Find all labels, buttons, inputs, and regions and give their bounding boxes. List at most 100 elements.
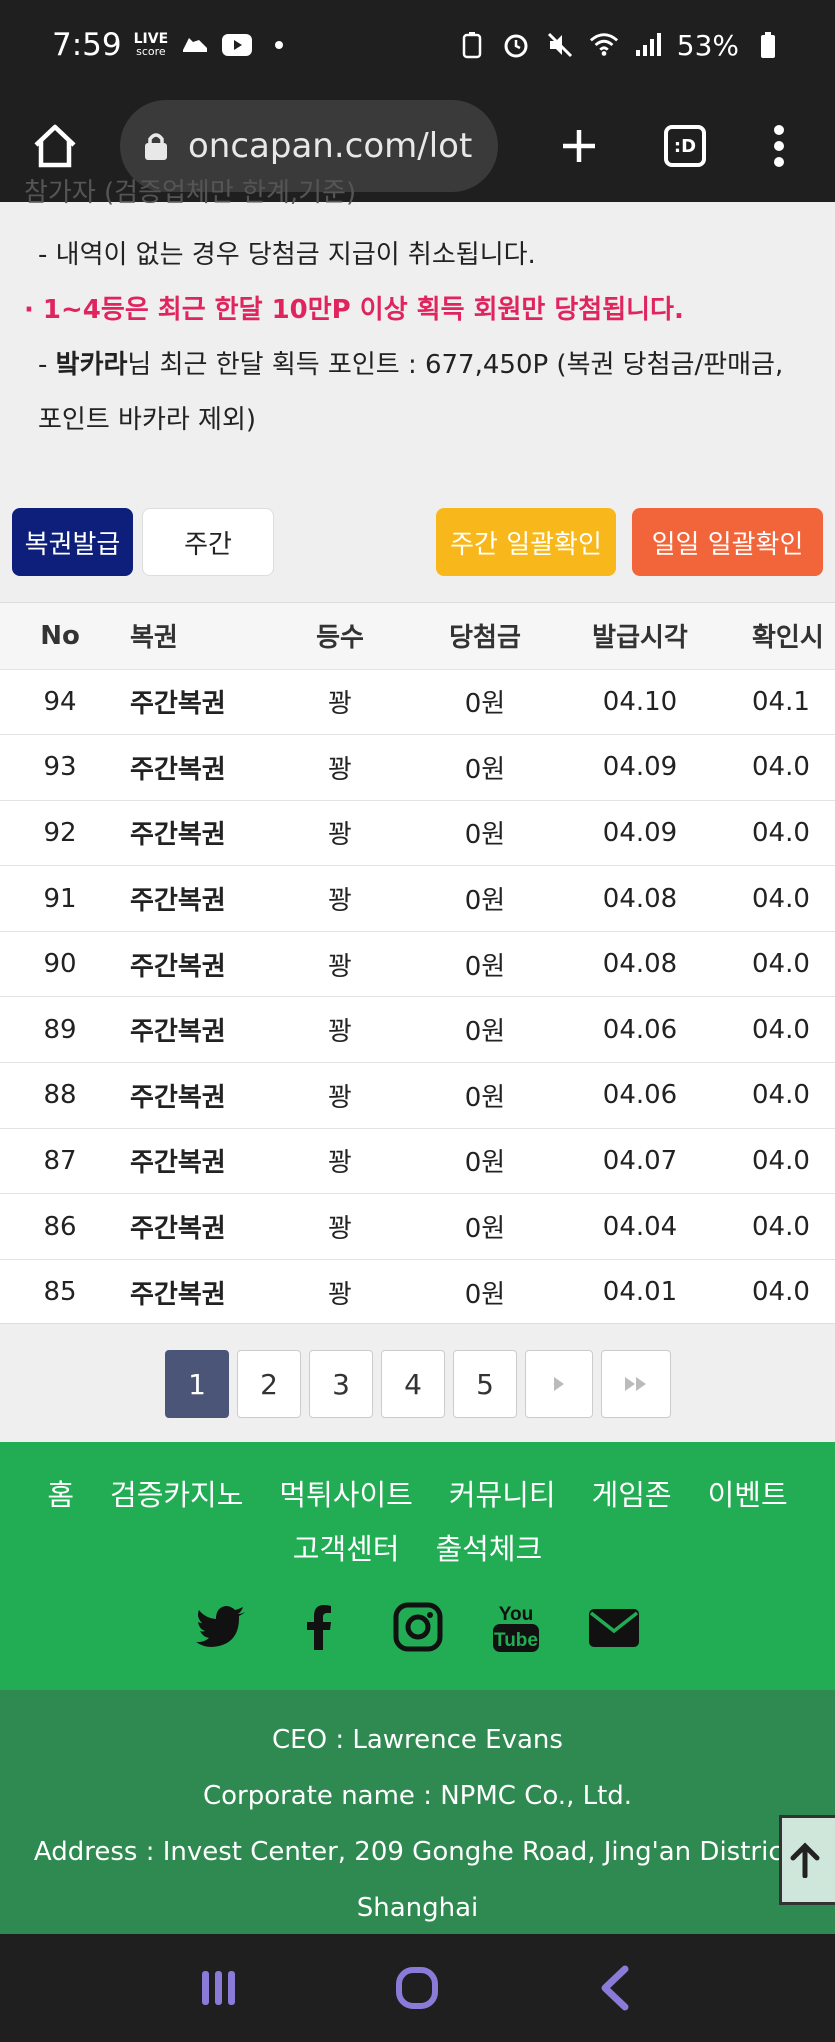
company-name: Corporate name : NPMC Co., Ltd. bbox=[202, 1781, 633, 1811]
footer-link-scam-sites[interactable]: 먹튀사이트 bbox=[279, 1472, 412, 1514]
page-3-button[interactable]: 3 bbox=[309, 1350, 373, 1418]
sneaker-icon bbox=[180, 30, 210, 60]
chevron-right-icon bbox=[554, 1377, 564, 1391]
footer-link-home[interactable]: 홈 bbox=[47, 1472, 74, 1514]
daily-check-all-button[interactable]: 일일 일괄확인 bbox=[632, 508, 823, 576]
table-row: 90 주간복권 꽝 0원 04.08 04.0 bbox=[0, 930, 835, 997]
notice-cut-line: 참가자 (검증업체만 한계,기준) bbox=[24, 178, 357, 208]
footer-link-community[interactable]: 커뮤니티 bbox=[449, 1472, 556, 1514]
cell-checked: 04.0 bbox=[730, 1062, 835, 1129]
cell-lottery: 주간복권 bbox=[120, 865, 260, 932]
cell-checked: 04.0 bbox=[730, 734, 835, 801]
header-checked-time: 확인시 bbox=[752, 623, 824, 654]
mute-icon bbox=[545, 30, 575, 60]
table-row: 87 주간복권 꽝 0원 04.07 04.0 bbox=[0, 1127, 835, 1194]
footer-link-attendance[interactable]: 출석체크 bbox=[436, 1526, 543, 1568]
cell-rank: 꽝 bbox=[260, 865, 420, 932]
page-2-button[interactable]: 2 bbox=[237, 1350, 301, 1418]
page-4-button[interactable]: 4 bbox=[381, 1350, 445, 1418]
live-badge-line2: score bbox=[136, 44, 166, 58]
cell-rank: 꽝 bbox=[260, 668, 420, 735]
page-5-button[interactable]: 5 bbox=[453, 1350, 517, 1418]
cell-lottery: 주간복권 bbox=[120, 1127, 260, 1194]
status-bar: 7:59 LIVE score 53% bbox=[0, 0, 835, 90]
cell-prize: 0원 bbox=[420, 668, 550, 735]
next-page-button[interactable] bbox=[525, 1350, 593, 1418]
cell-issued: 04.10 bbox=[550, 668, 730, 735]
footer-link-events[interactable]: 이벤트 bbox=[708, 1472, 788, 1514]
cell-lottery: 주간복권 bbox=[120, 996, 260, 1063]
notice-line-3-rest: 님 최근 한달 획득 포인트 : 677,450P (복권 당첨금/판매금, 포… bbox=[38, 350, 784, 435]
cell-checked: 04.0 bbox=[730, 1258, 835, 1323]
notice-line-3: - 밬카라님 최근 한달 획득 포인트 : 677,450P (복권 당첨금/판… bbox=[24, 338, 811, 448]
cell-issued: 04.08 bbox=[550, 865, 730, 932]
weekly-check-all-button[interactable]: 주간 일괄확인 bbox=[436, 508, 616, 576]
notice-line-3-prefix: - bbox=[38, 350, 56, 380]
more-menu-icon[interactable] bbox=[754, 121, 804, 171]
page-1-button[interactable]: 1 bbox=[165, 1350, 229, 1418]
lock-icon bbox=[145, 133, 167, 160]
header-prize: 당첨금 bbox=[449, 623, 521, 654]
footer-link-game-zone[interactable]: 게임존 bbox=[592, 1472, 672, 1514]
cell-no: 94 bbox=[0, 668, 120, 735]
cell-prize: 0원 bbox=[420, 799, 550, 866]
cell-rank: 꽝 bbox=[260, 1258, 420, 1323]
new-tab-icon[interactable] bbox=[554, 121, 604, 171]
scroll-to-top-button[interactable] bbox=[779, 1815, 835, 1905]
double-chevron-right-icon bbox=[625, 1377, 646, 1391]
table-row: 85 주간복권 꽝 0원 04.01 04.0 bbox=[0, 1258, 835, 1323]
cell-lottery: 주간복권 bbox=[120, 734, 260, 801]
user-nickname: 밬카라 bbox=[55, 350, 128, 380]
table-row: 93 주간복권 꽝 0원 04.09 04.0 bbox=[0, 734, 835, 801]
cell-no: 91 bbox=[0, 865, 120, 932]
cell-rank: 꽝 bbox=[260, 734, 420, 801]
twitter-icon[interactable] bbox=[195, 1600, 249, 1654]
table-header-row: No 복권 등수 당첨금 발급시각 확인시 bbox=[0, 603, 835, 669]
footer-link-support[interactable]: 고객센터 bbox=[293, 1526, 400, 1568]
system-navigation-bar bbox=[0, 1934, 835, 2042]
weekly-filter-button[interactable]: 주간 bbox=[142, 508, 274, 576]
instagram-icon[interactable] bbox=[391, 1600, 445, 1654]
cell-no: 93 bbox=[0, 734, 120, 801]
cell-issued: 04.04 bbox=[550, 1193, 730, 1260]
back-icon[interactable] bbox=[591, 1963, 641, 2013]
footer-navigation: 홈 검증카지노 먹튀사이트 커뮤니티 게임존 이벤트 고객센터 출석체크 You… bbox=[0, 1442, 835, 1690]
facebook-icon[interactable] bbox=[293, 1600, 347, 1654]
cell-prize: 0원 bbox=[420, 1193, 550, 1260]
cell-lottery: 주간복권 bbox=[120, 668, 260, 735]
alarm-icon bbox=[501, 30, 531, 60]
cell-issued: 04.06 bbox=[550, 996, 730, 1063]
url-text: oncapan.com/lot bbox=[188, 126, 473, 166]
svg-text:You: You bbox=[498, 1604, 532, 1625]
svg-text:Tube: Tube bbox=[494, 1630, 538, 1651]
signal-icon bbox=[633, 30, 663, 60]
cell-checked: 04.0 bbox=[730, 996, 835, 1063]
issue-lottery-button[interactable]: 복권발급 bbox=[12, 508, 133, 576]
cell-rank: 꽝 bbox=[260, 1193, 420, 1260]
company-address: Address : Invest Center, 209 Gonghe Road… bbox=[33, 1837, 802, 1867]
cell-checked: 04.0 bbox=[730, 865, 835, 932]
cell-checked: 04.0 bbox=[730, 799, 835, 866]
cell-lottery: 주간복권 bbox=[120, 1193, 260, 1260]
home-nav-icon[interactable] bbox=[392, 1963, 442, 2013]
tab-switcher-button[interactable]: :D bbox=[660, 121, 710, 171]
table-row: 94 주간복권 꽝 0원 04.10 04.1 bbox=[0, 668, 835, 735]
youtube-icon[interactable]: You Tube bbox=[489, 1600, 543, 1654]
battery-icon bbox=[753, 30, 783, 60]
footer-nav-row-1: 홈 검증카지노 먹튀사이트 커뮤니티 게임존 이벤트 bbox=[0, 1472, 835, 1514]
recent-apps-icon[interactable] bbox=[194, 1963, 244, 2013]
home-icon[interactable] bbox=[30, 121, 80, 171]
cell-no: 89 bbox=[0, 996, 120, 1063]
cell-issued: 04.08 bbox=[550, 930, 730, 997]
header-lottery: 복권 bbox=[130, 623, 178, 654]
cell-no: 86 bbox=[0, 1193, 120, 1260]
cell-prize: 0원 bbox=[420, 1127, 550, 1194]
last-page-button[interactable] bbox=[601, 1350, 671, 1418]
status-time: 7:59 bbox=[52, 27, 122, 63]
mail-icon[interactable] bbox=[587, 1600, 641, 1654]
footer-link-verified-casino[interactable]: 검증카지노 bbox=[110, 1472, 243, 1514]
table-row: 88 주간복권 꽝 0원 04.06 04.0 bbox=[0, 1062, 835, 1129]
notice-section: 참가자 (검증업체만 한계,기준) - 내역이 없는 경우 당첨금 지급이 취소… bbox=[0, 178, 835, 448]
cell-issued: 04.06 bbox=[550, 1062, 730, 1129]
company-info: CEO : Lawrence Evans Corporate name : NP… bbox=[0, 1690, 835, 1934]
